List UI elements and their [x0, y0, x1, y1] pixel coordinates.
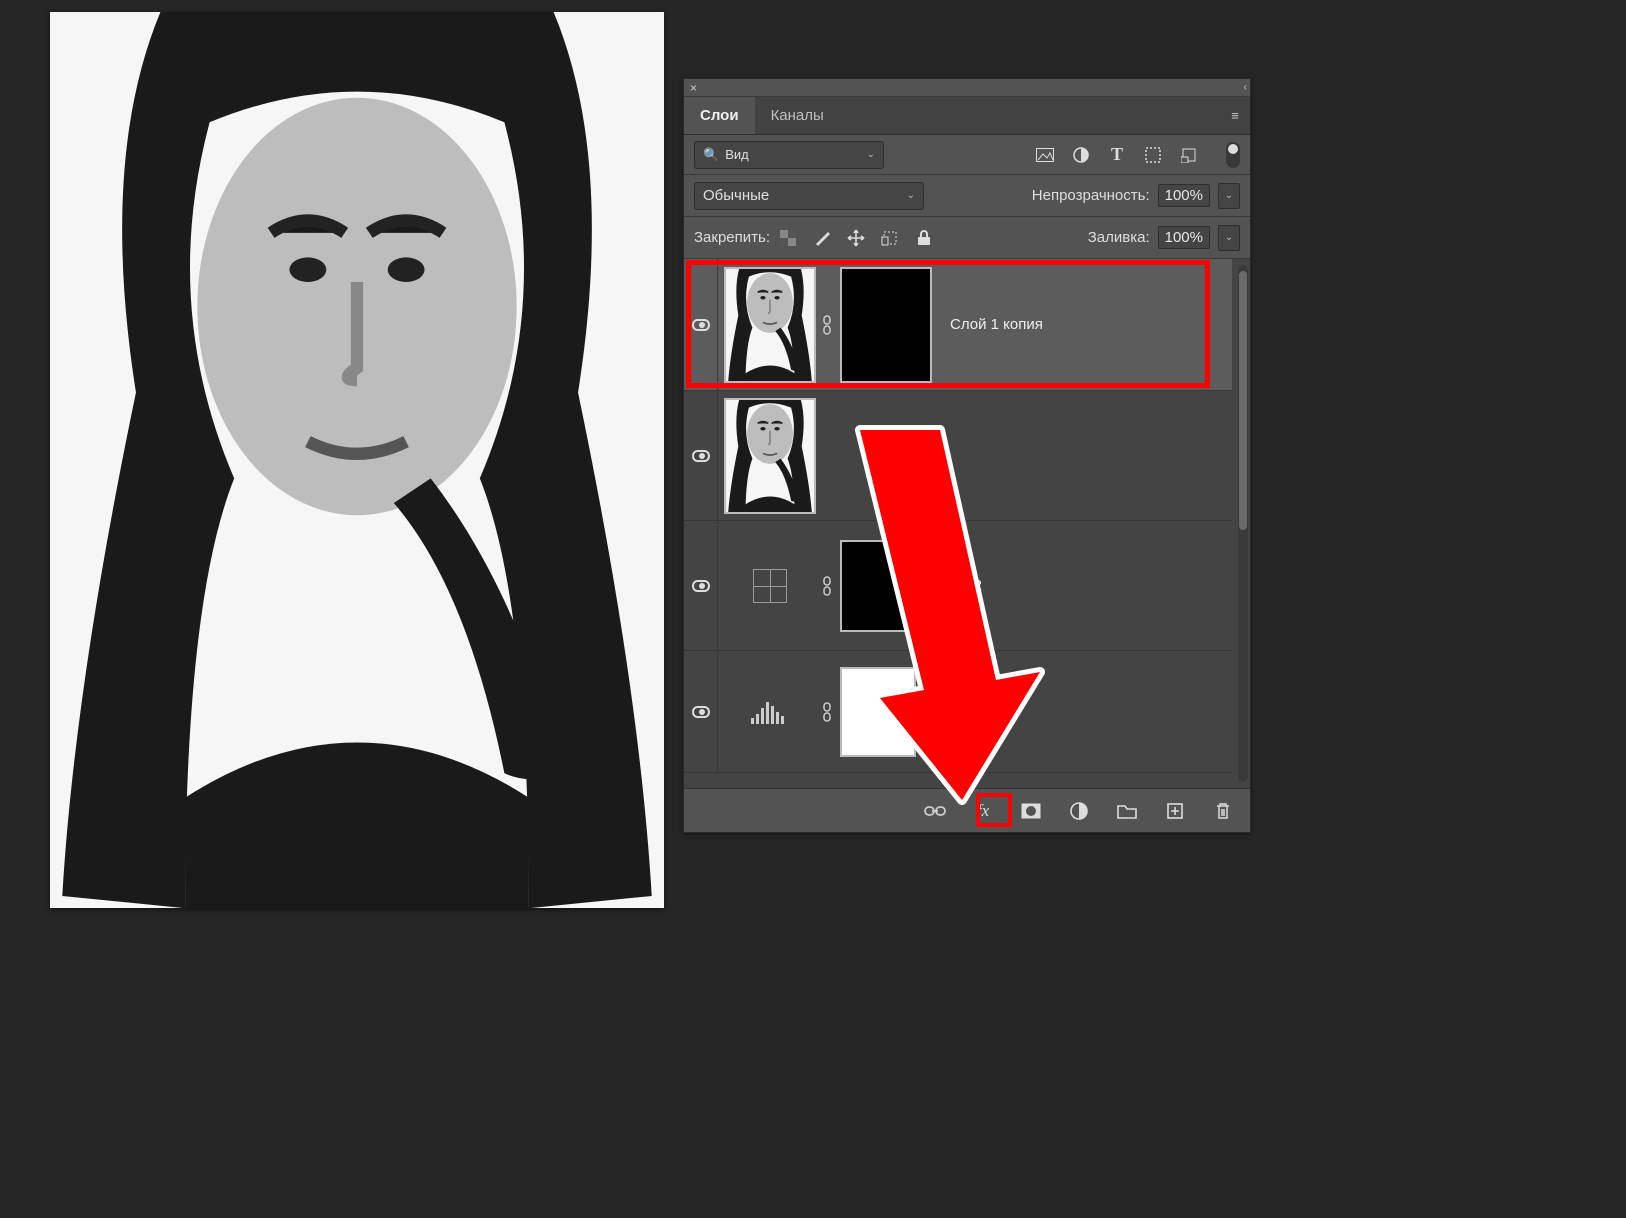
- filter-kind-label: Вид: [725, 147, 749, 162]
- visibility-icon[interactable]: [692, 319, 710, 331]
- canvas-image[interactable]: [50, 12, 664, 908]
- lock-pixels-icon[interactable]: [812, 229, 832, 247]
- link-mask-icon[interactable]: [816, 315, 838, 335]
- panel-tabs: Слои Каналы ≡: [684, 97, 1250, 135]
- fill-label: Заливка:: [1088, 229, 1150, 246]
- add-mask-icon[interactable]: [1020, 800, 1042, 822]
- visibility-icon[interactable]: [692, 580, 710, 592]
- link-mask-icon[interactable]: [816, 702, 838, 722]
- opacity-label: Непрозрачность:: [1032, 187, 1150, 204]
- trash-icon[interactable]: [1212, 800, 1234, 822]
- search-icon: 🔍: [703, 147, 719, 163]
- layers-scrollbar[interactable]: [1238, 265, 1248, 782]
- scrollbar-thumb[interactable]: [1239, 271, 1247, 530]
- layers-bottom-toolbar: fx: [684, 788, 1250, 832]
- tab-channels[interactable]: Каналы: [755, 97, 840, 134]
- layer-thumbnail[interactable]: [724, 398, 816, 514]
- link-mask-icon[interactable]: [816, 576, 838, 596]
- visibility-icon[interactable]: [692, 706, 710, 718]
- layer-filter-row: 🔍 Вид ⌄ T: [684, 135, 1250, 175]
- layer-thumbnail[interactable]: [724, 267, 816, 383]
- type-filter-icon[interactable]: T: [1108, 146, 1126, 164]
- new-layer-icon[interactable]: [1164, 800, 1186, 822]
- shape-filter-icon[interactable]: [1144, 146, 1162, 164]
- blend-mode-value: Обычные: [703, 187, 769, 204]
- layer-row[interactable]: Уровни 1: [684, 651, 1232, 773]
- layer-row[interactable]: ивые 2: [684, 521, 1232, 651]
- layer-row[interactable]: [684, 391, 1232, 521]
- lock-position-icon[interactable]: [846, 229, 866, 247]
- blend-row: Обычные ⌄ Непрозрачность: 100% ⌄: [684, 175, 1250, 217]
- adjustment-thumbnail[interactable]: [724, 658, 816, 766]
- layer-name[interactable]: Уровни 1: [934, 703, 997, 720]
- fill-value[interactable]: 100%: [1158, 226, 1210, 249]
- filter-kind-select[interactable]: 🔍 Вид ⌄: [694, 141, 884, 169]
- lock-artboard-icon[interactable]: [880, 229, 900, 247]
- levels-icon: [751, 700, 789, 724]
- panel-menu-icon[interactable]: ≡: [1220, 108, 1250, 123]
- layer-row[interactable]: Слой 1 копия: [684, 259, 1232, 391]
- adjustment-thumbnail[interactable]: [724, 528, 816, 644]
- lock-all-icon[interactable]: [914, 229, 934, 247]
- chevron-down-icon: ⌄: [859, 149, 875, 160]
- layers-panel: × ‹‹ Слои Каналы ≡ 🔍 Вид ⌄ T Обычные ⌄ Н…: [683, 78, 1251, 833]
- adjustment-filter-icon[interactable]: [1072, 146, 1090, 164]
- layers-list: Слой 1 копия ивые 2: [684, 259, 1250, 788]
- curves-icon: [753, 569, 787, 603]
- opacity-value[interactable]: 100%: [1158, 184, 1210, 207]
- layer-name[interactable]: ивые 2: [934, 577, 982, 594]
- opacity-stepper[interactable]: ⌄: [1218, 183, 1240, 209]
- filter-toggle[interactable]: [1226, 142, 1240, 168]
- layer-name[interactable]: Слой 1 копия: [950, 316, 1043, 333]
- layer-fx-icon[interactable]: fx: [972, 800, 994, 822]
- tab-layers[interactable]: Слои: [684, 97, 755, 134]
- link-layers-icon[interactable]: [924, 800, 946, 822]
- visibility-icon[interactable]: [692, 450, 710, 462]
- lock-label: Закрепить:: [694, 229, 770, 246]
- smart-filter-icon[interactable]: [1180, 146, 1198, 164]
- image-filter-icon[interactable]: [1036, 146, 1054, 164]
- collapse-panel-icon[interactable]: ‹‹: [1243, 82, 1244, 93]
- fill-stepper[interactable]: ⌄: [1218, 225, 1240, 251]
- chevron-down-icon: ⌄: [899, 190, 915, 201]
- panel-topbar: × ‹‹: [684, 79, 1250, 97]
- add-adjustment-icon[interactable]: [1068, 800, 1090, 822]
- layer-mask-thumbnail[interactable]: [840, 267, 932, 383]
- layer-mask-thumbnail[interactable]: [840, 540, 916, 632]
- lock-transparency-icon[interactable]: [778, 229, 798, 247]
- layer-mask-thumbnail[interactable]: [840, 667, 916, 757]
- group-icon[interactable]: [1116, 800, 1138, 822]
- blend-mode-select[interactable]: Обычные ⌄: [694, 182, 924, 210]
- lock-row: Закрепить: Заливка: 100% ⌄: [684, 217, 1250, 259]
- close-panel-icon[interactable]: ×: [690, 81, 697, 95]
